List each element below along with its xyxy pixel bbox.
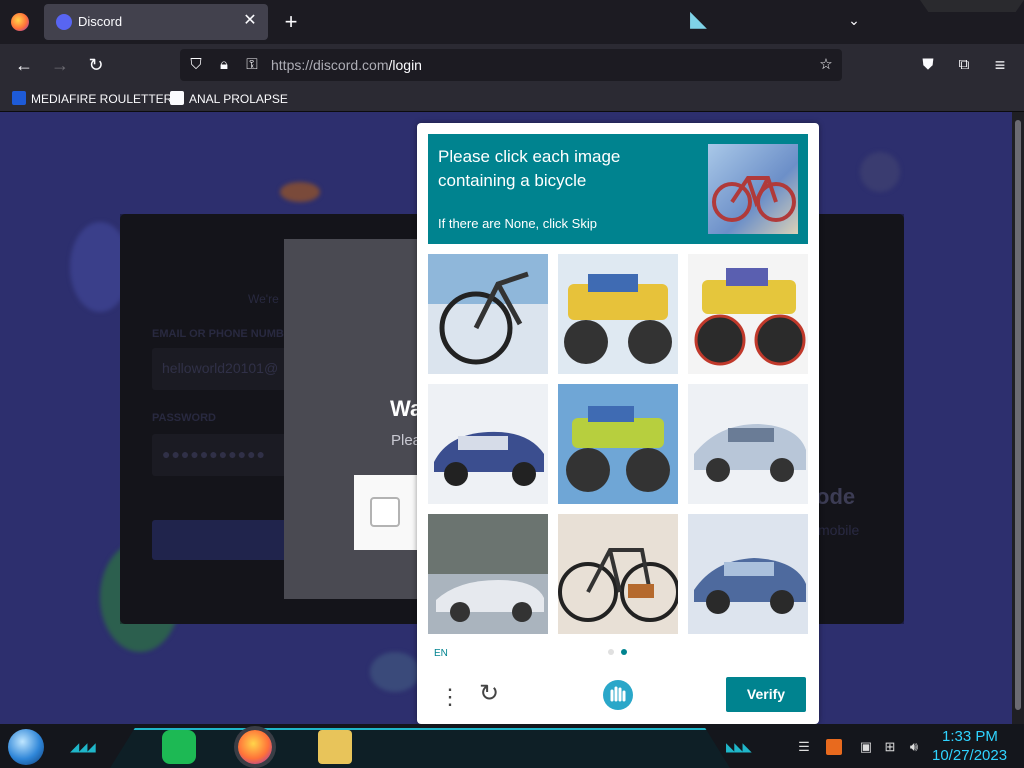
list-all-tabs-chevron-icon[interactable]: ⌄ xyxy=(844,12,864,32)
captcha-image-grid xyxy=(428,254,808,634)
background-illustration xyxy=(280,182,320,202)
tab-discord[interactable]: Discord ✕ xyxy=(44,4,268,40)
new-tab-button[interactable]: + xyxy=(280,11,302,33)
page-scrollbar[interactable] xyxy=(1012,112,1024,724)
url-bar[interactable]: ⛉ 🔒︎ ⚿ https://discord.com/login ☆ xyxy=(180,49,842,81)
taskbar-decoration-chevrons: ◢◢◢ xyxy=(70,740,96,754)
close-tab-icon[interactable]: ✕ xyxy=(240,11,260,31)
start-button[interactable] xyxy=(8,729,44,765)
language-selector[interactable]: EN xyxy=(434,648,448,659)
taskbar-decoration-chevrons: ◣◣◣ xyxy=(726,740,752,754)
captcha-image-monster-truck[interactable] xyxy=(558,384,678,504)
captcha-image-monster-truck[interactable] xyxy=(558,254,678,374)
prompt-text: Please click each image containing a bic… xyxy=(438,147,621,190)
captcha-image-sports-car[interactable] xyxy=(428,384,548,504)
tray-app-icon-2[interactable]: ▣ xyxy=(858,739,874,755)
captcha-challenge: Please click each image containing a bic… xyxy=(417,123,819,724)
volume-icon[interactable]: 🔊︎ xyxy=(906,739,922,755)
background-illustration xyxy=(860,152,900,192)
taskbar: ◢◢◢ ◣◣◣ ☰ ▣ ⊞ 🔊︎ 1:33 PM 10/27/2023 xyxy=(0,724,1024,768)
firefox-app-icon[interactable] xyxy=(238,730,272,764)
firefox-view-icon[interactable] xyxy=(11,13,29,31)
captcha-prompt: Please click each image containing a bic… xyxy=(428,134,808,244)
extensions-icon[interactable]: ⧉ xyxy=(952,53,976,77)
bookmark-mediafire[interactable]: MEDIAFIRE ROULETTER xyxy=(12,90,172,108)
hcaptcha-checkbox[interactable] xyxy=(370,497,400,527)
tray-app-icon[interactable] xyxy=(826,739,842,755)
example-bicycle-image xyxy=(708,144,798,234)
accessibility-hand-icon[interactable] xyxy=(601,678,635,712)
page-indicator-dot-active xyxy=(621,649,627,655)
tracking-shield-icon[interactable]: ⛉ xyxy=(186,55,206,75)
captcha-image-sedan-car[interactable] xyxy=(688,384,808,504)
show-hidden-icons[interactable]: ☰ xyxy=(796,739,812,755)
refresh-challenge-icon[interactable]: ↻ xyxy=(476,681,502,707)
discord-favicon-icon xyxy=(56,14,72,30)
url-host: https://discord.com xyxy=(271,57,389,73)
captcha-image-sedan-car[interactable] xyxy=(688,514,808,634)
mediafire-icon xyxy=(12,91,26,105)
reload-button[interactable]: ↻ xyxy=(84,53,108,77)
back-button[interactable]: ← xyxy=(12,53,36,77)
bookmark-anal-prolapse[interactable]: ANAL PROLAPSE xyxy=(170,90,288,108)
shark-decoration-icon: ◣ xyxy=(690,6,707,31)
menu-hamburger-icon[interactable]: ≡ xyxy=(988,53,1012,77)
captcha-menu-icon[interactable]: ⋮ xyxy=(439,684,461,710)
clock-time[interactable]: 1:33 PM xyxy=(942,728,998,745)
tab-title: Discord xyxy=(78,14,123,29)
hcaptcha-widget xyxy=(354,475,420,550)
page-indicator-dot xyxy=(608,649,614,655)
screen: Discord ✕ + ◣ ⌄ ← → ↻ ⛉ 🔒︎ ⚿ https://dis… xyxy=(0,0,1024,768)
window-frame-decoration xyxy=(920,0,1024,12)
bookmarks-toolbar: MEDIAFIRE ROULETTER ANAL PROLAPSE xyxy=(0,86,1024,112)
network-icon[interactable]: ⊞ xyxy=(882,739,898,755)
captcha-image-bicycle[interactable] xyxy=(558,514,678,634)
spotify-app-icon[interactable] xyxy=(162,730,196,764)
url-text[interactable]: https://discord.com/login xyxy=(271,57,422,73)
prompt-subtext: If there are None, click Skip xyxy=(438,216,597,231)
clock-date[interactable]: 10/27/2023 xyxy=(932,747,1007,764)
background-illustration xyxy=(370,652,420,692)
verify-button[interactable]: Verify xyxy=(726,677,806,712)
captcha-image-bicycle[interactable] xyxy=(428,254,548,374)
scrollbar-thumb[interactable] xyxy=(1015,120,1021,710)
key-icon[interactable]: ⚿ xyxy=(242,55,262,75)
lock-icon[interactable]: 🔒︎ xyxy=(214,55,234,75)
file-explorer-app-icon[interactable] xyxy=(318,730,352,764)
bookmark-label: ANAL PROLAPSE xyxy=(189,92,288,106)
pocket-icon[interactable]: ⛊ xyxy=(916,53,940,77)
captcha-image-convertible-car[interactable] xyxy=(428,514,548,634)
bookmark-star-icon[interactable]: ☆ xyxy=(816,55,836,75)
captcha-image-monster-truck[interactable] xyxy=(688,254,808,374)
browser-nav-bar: ← → ↻ ⛉ 🔒︎ ⚿ https://discord.com/login ☆… xyxy=(0,44,1024,86)
browser-tab-bar: Discord ✕ + ◣ ⌄ xyxy=(0,0,1024,44)
url-path: /login xyxy=(388,57,422,73)
forward-button[interactable]: → xyxy=(48,53,72,77)
bookmark-label: MEDIAFIRE ROULETTER xyxy=(31,92,173,106)
taskbar-center-band xyxy=(110,728,730,768)
page-icon xyxy=(170,91,184,105)
